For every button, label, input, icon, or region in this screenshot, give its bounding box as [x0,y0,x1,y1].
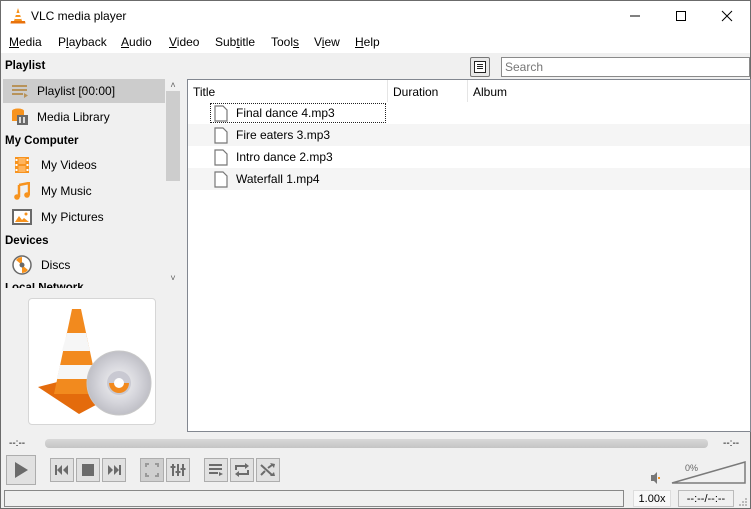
row-title: Final dance 4.mp3 [236,106,335,120]
file-icon [214,104,228,122]
menu-tools[interactable]: Tools [271,35,299,49]
vlc-cone-icon [10,8,26,24]
title-bar: VLC media player [1,1,750,31]
picture-icon [11,207,33,227]
speaker-icon[interactable] [651,472,661,484]
menu-bar: Media Playback Audio Video Subtitle Tool… [1,31,750,53]
file-icon [214,126,228,144]
playlist-search-input[interactable] [501,57,750,77]
table-row[interactable]: Waterfall 1.mp4 [188,168,750,190]
sidebar-item-my-videos[interactable]: My Videos [3,153,165,177]
menu-view[interactable]: View [314,35,340,49]
maximize-icon [676,11,686,21]
stop-icon [82,464,94,476]
row-title: Intro dance 2.mp3 [236,150,333,164]
column-header-duration[interactable]: Duration [388,80,468,102]
menu-playback[interactable]: Playback [58,35,107,49]
playlist-icon [9,81,31,101]
table-row[interactable]: Intro dance 2.mp3 [188,146,750,168]
playback-rate[interactable]: 1.00x [633,490,671,507]
sidebar-item-label: Discs [41,258,71,272]
fullscreen-icon [145,463,159,477]
sidebar-scrollbar[interactable]: ˄ ˅ [165,78,181,288]
elapsed-time: --:-- [9,438,26,449]
sidebar: Playlist Playlist [00:00] Media Library … [1,54,183,432]
vlc-cone-disc-art-icon [38,309,152,416]
sidebar-item-label: My Music [41,184,92,198]
table-row[interactable]: Fire eaters 3.mp3 [188,124,750,146]
row-title: Fire eaters 3.mp3 [236,128,331,142]
media-library-icon [9,107,31,127]
sidebar-item-my-music[interactable]: My Music [3,179,165,203]
scroll-down-arrow-icon[interactable]: ˅ [165,273,181,285]
film-icon [11,155,33,175]
playlist-icon [209,464,223,476]
menu-audio[interactable]: Audio [121,35,152,49]
loop-button[interactable] [230,458,254,482]
previous-icon [55,465,68,475]
maximize-button[interactable] [658,1,704,31]
menu-media[interactable]: Media [9,35,42,49]
sidebar-item-label: My Pictures [41,210,104,224]
previous-button[interactable] [50,458,74,482]
sidebar-item-label: My Videos [41,158,97,172]
play-icon [15,462,28,478]
sidebar-item-discs[interactable]: Discs [3,253,165,277]
section-header-my-computer: My Computer [5,135,79,147]
fullscreen-button[interactable] [140,458,164,482]
stop-button[interactable] [76,458,100,482]
close-icon [721,10,733,22]
section-header-playlist: Playlist [5,60,46,72]
section-header-devices: Devices [5,235,49,247]
playlist-view-mode-button[interactable] [470,57,490,77]
list-view-icon [474,61,486,73]
sidebar-item-media-library[interactable]: Media Library [3,105,165,129]
row-title-cell: Intro dance 2.mp3 [210,147,386,167]
album-art [28,298,156,425]
vlc-window: VLC media player Media Playback Audio Vi… [0,0,751,509]
column-header-title[interactable]: Title [188,80,388,102]
music-note-icon [11,181,33,201]
table-row[interactable]: Final dance 4.mp3 [188,102,750,124]
sidebar-item-my-pictures[interactable]: My Pictures [3,205,165,229]
column-header-album[interactable]: Album [468,80,750,102]
next-button[interactable] [102,458,126,482]
equalizer-icon [170,464,186,476]
playlist-table: Title Duration Album Final dance 4.mp3 F… [187,79,751,432]
extended-settings-button[interactable] [166,458,190,482]
next-icon [108,465,121,475]
menu-subtitle[interactable]: Subtitle [215,35,255,49]
status-bar [4,490,624,507]
loop-icon [235,463,249,477]
window-title: VLC media player [31,9,127,23]
shuffle-button[interactable] [256,458,280,482]
row-title: Waterfall 1.mp4 [236,172,320,186]
section-header-local-network: Local Network [5,283,84,288]
resize-grip-icon[interactable] [738,497,748,507]
play-button[interactable] [6,455,36,485]
close-button[interactable] [704,1,750,31]
file-icon [214,170,228,188]
sidebar-item-label: Media Library [37,110,110,124]
minimize-icon [630,15,640,17]
remaining-time[interactable]: --:-- [723,438,739,449]
sidebar-item-label: Playlist [00:00] [37,84,116,98]
volume-slider[interactable] [671,461,747,485]
elapsed-total-time[interactable]: --:--/--:-- [678,490,734,507]
sidebar-item-playlist[interactable]: Playlist [00:00] [3,79,165,103]
shuffle-icon [260,463,275,476]
menu-video[interactable]: Video [169,35,199,49]
toggle-playlist-button[interactable] [204,458,228,482]
disc-icon [11,255,33,275]
file-icon [214,148,228,166]
row-title-cell: Waterfall 1.mp4 [210,169,386,189]
menu-help[interactable]: Help [355,35,380,49]
seek-slider[interactable] [45,439,708,448]
row-title-cell: Final dance 4.mp3 [210,103,386,123]
row-title-cell: Fire eaters 3.mp3 [210,125,386,145]
scrollbar-thumb[interactable] [166,91,180,181]
minimize-button[interactable] [612,1,658,31]
